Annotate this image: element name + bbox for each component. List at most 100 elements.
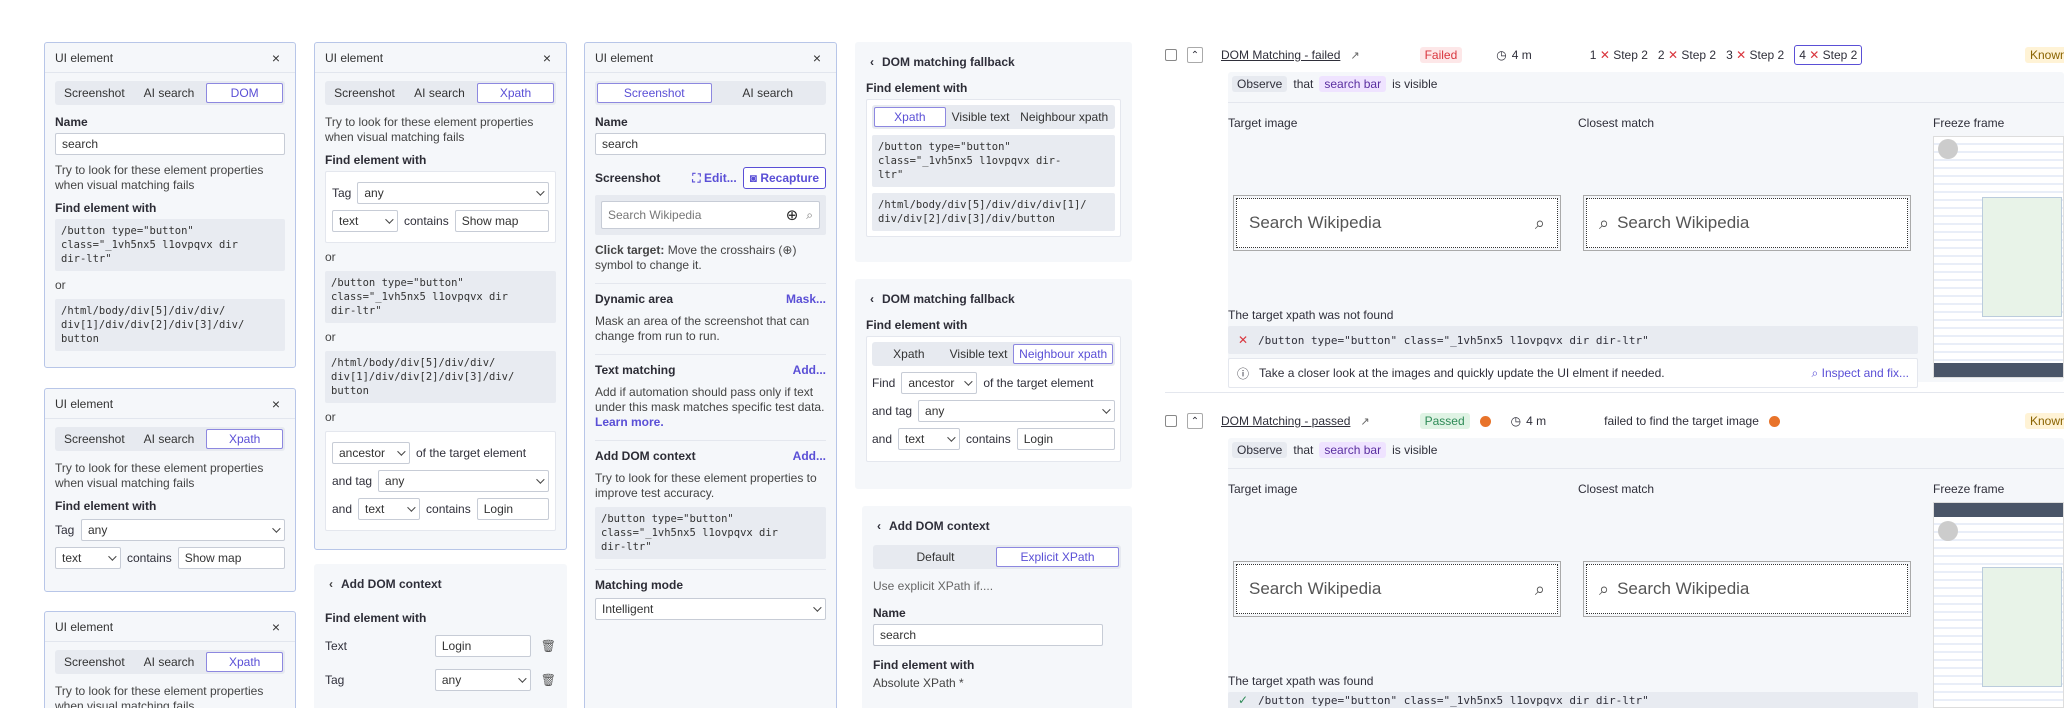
step-item-selected[interactable]: 4 ✕ Step 2 <box>1794 45 1863 65</box>
close-icon[interactable]: × <box>269 619 283 635</box>
close-icon[interactable]: × <box>540 50 554 66</box>
tab-dom[interactable]: DOM <box>206 83 284 103</box>
tag-select[interactable]: any <box>81 519 285 541</box>
collapse-toggle[interactable]: ⌃ <box>1187 413 1203 429</box>
add-dom-context-button[interactable]: Add... <box>793 449 826 463</box>
name-input[interactable]: search <box>595 133 826 155</box>
step-item[interactable]: 2 ✕ Step 2 <box>1658 48 1716 62</box>
tab-ai-search[interactable]: AI search <box>712 83 825 103</box>
tag-select[interactable]: any <box>434 669 531 691</box>
info-banner: ⓘ Take a closer look at the images and q… <box>1228 358 1918 388</box>
close-icon[interactable]: × <box>810 50 824 66</box>
relation-select[interactable]: ancestor <box>901 372 978 394</box>
tab-screenshot[interactable]: Screenshot <box>327 83 402 103</box>
tab-ai-search[interactable]: AI search <box>132 652 207 672</box>
name-input[interactable]: search <box>55 133 285 155</box>
row-checkbox[interactable] <box>1165 49 1177 61</box>
add-dom-context-panel: ‹ Add DOM context Find element with Text… <box>314 564 567 708</box>
known-badge: Known <box>2025 413 2064 429</box>
attribute-select[interactable]: text <box>898 428 961 450</box>
relation-select[interactable]: ancestor <box>332 442 410 464</box>
relation-value: ancestor <box>339 446 386 460</box>
result-title-link[interactable]: DOM Matching - passed <box>1221 414 1350 428</box>
tag-select[interactable]: any <box>918 400 1115 422</box>
contains-input[interactable]: Login <box>476 498 549 520</box>
ui-element-panel-xpath: UI element × Screenshot AI search Xpath T… <box>44 388 296 592</box>
tab-neighbour-xpath[interactable]: Neighbour xpath <box>1013 344 1113 364</box>
xpath-result-text: /button type="button" class="_1vh5nx5 l1… <box>1258 693 1649 707</box>
tab-ai-search[interactable]: AI search <box>402 83 477 103</box>
matching-mode-select[interactable]: Intelligent <box>595 598 826 620</box>
and-tag-label: and tag <box>872 404 913 418</box>
tab-xpath[interactable]: Xpath <box>874 107 946 127</box>
step-item[interactable]: 3 ✕ Step 2 <box>1726 48 1784 62</box>
tab-visible-text[interactable]: Visible text <box>944 344 1014 364</box>
result-title-link[interactable]: DOM Matching - failed <box>1221 48 1340 62</box>
tab-ai-search[interactable]: AI search <box>132 429 207 449</box>
chevron-down-icon <box>407 503 416 512</box>
panel-title: Add DOM context <box>341 577 442 591</box>
tab-screenshot[interactable]: Screenshot <box>57 83 132 103</box>
element-chip[interactable]: search bar <box>1319 442 1387 458</box>
tab-screenshot[interactable]: Screenshot <box>57 429 132 449</box>
hint-text: Try to look for these element properties… <box>55 163 264 192</box>
tab-screenshot[interactable]: Screenshot <box>57 652 132 672</box>
panel-title: DOM matching fallback <box>882 292 1015 306</box>
recapture-button[interactable]: ◙ Recapture <box>742 167 826 189</box>
learn-more-link[interactable]: Learn more. <box>595 415 664 429</box>
xpath-result: ✕ /button type="button" class="_1vh5nx5 … <box>1228 326 1918 354</box>
tab-visible-text[interactable]: Visible text <box>946 107 1016 127</box>
attribute-select[interactable]: text <box>332 210 398 232</box>
back-chevron-icon[interactable]: ‹ <box>870 55 874 69</box>
external-link-icon[interactable]: ↗ <box>1350 49 1359 62</box>
tab-neighbour-xpath[interactable]: Neighbour xpath <box>1015 107 1113 127</box>
xpath-code-absolute: /html/body/div[5]/div/div/ div[1]/div/di… <box>325 351 556 403</box>
element-chip[interactable]: search bar <box>1319 76 1387 92</box>
tab-xpath[interactable]: Xpath <box>206 429 284 449</box>
back-chevron-icon[interactable]: ‹ <box>329 577 333 591</box>
contains-input[interactable]: Show map <box>454 210 549 232</box>
text-input[interactable]: Login <box>434 635 531 657</box>
back-chevron-icon[interactable]: ‹ <box>870 292 874 306</box>
closest-search-text: Search Wikipedia <box>1617 213 1750 232</box>
name-input[interactable]: search <box>873 624 1103 646</box>
collapse-toggle[interactable]: ⌃ <box>1187 47 1203 63</box>
row-checkbox[interactable] <box>1165 415 1177 427</box>
info-icon: ⓘ <box>1237 366 1250 381</box>
add-text-matching-button[interactable]: Add... <box>793 363 826 377</box>
attribute-select[interactable]: text <box>358 498 421 520</box>
close-icon[interactable]: × <box>269 50 283 66</box>
external-link-icon[interactable]: ↗ <box>1360 415 1369 428</box>
back-chevron-icon[interactable]: ‹ <box>877 519 881 533</box>
crosshair-icon[interactable]: ⊕ <box>786 206 799 224</box>
attribute-select[interactable]: text <box>55 547 121 569</box>
tab-ai-search[interactable]: AI search <box>132 83 207 103</box>
close-icon[interactable]: × <box>269 396 283 412</box>
chevron-down-icon <box>272 524 281 533</box>
text-label: Text <box>325 639 348 653</box>
step-item[interactable]: 1 ✕ Step 2 <box>1590 48 1648 62</box>
tab-xpath[interactable]: Xpath <box>477 83 554 103</box>
tab-explicit-xpath[interactable]: Explicit XPath <box>996 547 1119 567</box>
tag-label: Tag <box>325 673 345 687</box>
contains-input[interactable]: Login <box>1016 428 1115 450</box>
or-text: or <box>325 410 336 424</box>
hint-text: Try to look for these element properties… <box>55 461 264 490</box>
tab-screenshot[interactable]: Screenshot <box>597 83 712 103</box>
tab-default[interactable]: Default <box>875 547 996 567</box>
mask-button[interactable]: Mask... <box>786 292 826 306</box>
freeze-frame-label: Freeze frame <box>1933 116 2005 130</box>
dom-matching-fallback-xpath: ‹ DOM matching fallback Find element with… <box>855 42 1132 262</box>
tag-value: any <box>88 523 108 537</box>
contains-input[interactable]: Show map <box>177 547 285 569</box>
edit-button[interactable]: ⛶ Edit... <box>692 171 736 186</box>
trash-icon[interactable]: 🗑 <box>541 673 556 687</box>
trash-icon[interactable]: 🗑 <box>541 639 556 653</box>
tab-xpath[interactable]: Xpath <box>874 344 944 364</box>
tag-select[interactable]: any <box>357 182 549 204</box>
status-badge: Passed <box>1419 413 1470 429</box>
target-image-label: Target image <box>1228 482 1298 496</box>
tab-xpath[interactable]: Xpath <box>206 652 284 672</box>
inspect-fix-button[interactable]: ⌕ Inspect and fix... <box>1812 366 1909 381</box>
tag-select[interactable]: any <box>378 470 549 492</box>
